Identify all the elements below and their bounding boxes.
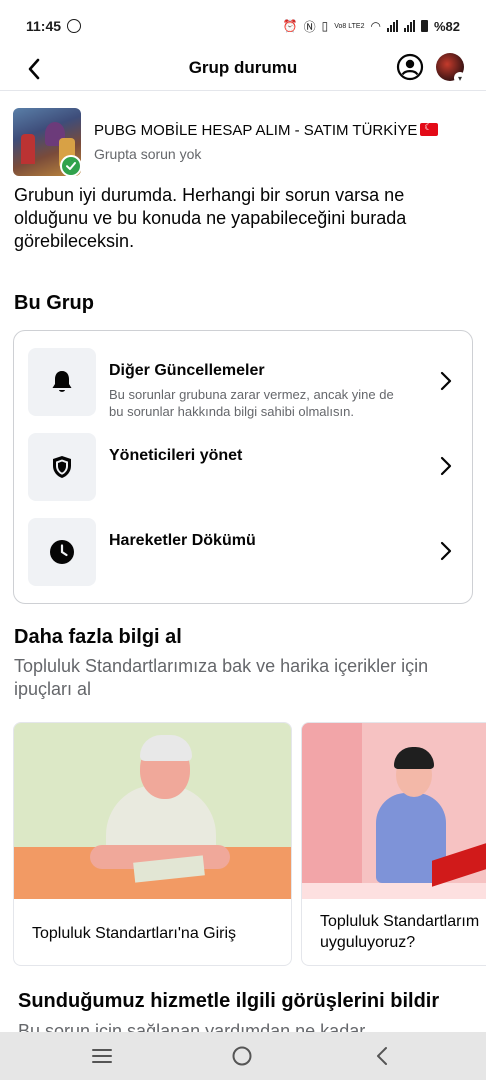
profile-button[interactable] [396, 53, 424, 81]
status-time: 11:45 [26, 18, 62, 34]
home-button[interactable] [222, 1042, 262, 1070]
whatsapp-icon [67, 19, 82, 33]
recent-apps-button[interactable] [82, 1042, 122, 1070]
article-label-line2: uyguluyoruz? [320, 934, 416, 951]
group-name-text: PUBG MOBİLE HESAP ALIM - SATIM TÜRKİYE [94, 122, 418, 139]
intro-text: Grubun iyi durumda. Herhangi bir sorun v… [14, 185, 407, 251]
group-name: PUBG MOBİLE HESAP ALIM - SATIM TÜRKİYE [94, 122, 439, 139]
vibrate-icon: ▯ [321, 19, 329, 33]
system-nav-bar [0, 1032, 486, 1080]
chevron-right-icon [436, 453, 456, 479]
group-settings-card: Diğer Güncellemeler Bu sorunlar grubuna … [13, 330, 473, 604]
article-image [14, 723, 291, 899]
status-right: ⏰ Ⓝ ▯ Vo8 LTE2 ◠ %82 [283, 18, 460, 35]
nfc-icon: Ⓝ [303, 19, 316, 34]
system-back-button[interactable] [362, 1042, 402, 1070]
group-status: Grupta sorun yok [94, 146, 202, 162]
signal-icon-2 [403, 20, 415, 32]
row-other-updates[interactable]: Diğer Güncellemeler Bu sorunlar grubuna … [14, 348, 472, 419]
chevron-down-icon: ▾ [454, 72, 466, 84]
header: Grup durumu ▾ [0, 52, 486, 90]
section-title-more-info: Daha fazla bilgi al [14, 626, 182, 648]
status-bar: 11:45 ⏰ Ⓝ ▯ Vo8 LTE2 ◠ %82 [0, 0, 486, 52]
back-arrow-icon [377, 1047, 387, 1065]
row-description: Bu sorunlar grubuna zarar vermez, ancak … [109, 387, 394, 419]
article-label: Topluluk Standartlarım uyguluyoruz? [320, 911, 479, 953]
chevron-right-icon [436, 368, 456, 394]
network-label: Vo8 LTE2 [334, 22, 365, 30]
shield-icon [28, 433, 96, 501]
more-info-subtitle: Topluluk Standartlarımıza bak ve harika … [14, 656, 429, 699]
header-divider [0, 90, 486, 91]
row-title: Diğer Güncellemeler [109, 362, 265, 379]
home-circle-icon [232, 1046, 252, 1066]
wifi-icon: ◠ [370, 19, 381, 33]
signal-icon [386, 20, 398, 32]
user-circle-icon [396, 53, 424, 81]
menu-icon [92, 1049, 112, 1063]
row-title: Yöneticileri yönet [109, 447, 243, 464]
status-left: 11:45 [26, 18, 82, 34]
article-card-intro[interactable]: Topluluk Standartları'na Giriş [13, 722, 292, 966]
row-manage-admins[interactable]: Yöneticileri yönet [14, 433, 472, 503]
check-icon [60, 155, 82, 177]
chevron-right-icon [436, 538, 456, 564]
alarm-icon: ⏰ [282, 19, 298, 33]
clock-icon [28, 518, 96, 586]
article-label: Topluluk Standartları'na Giriş [32, 925, 237, 942]
article-label-line1: Topluluk Standartlarım [320, 913, 480, 930]
bell-icon [28, 348, 96, 416]
article-image [302, 723, 486, 899]
article-card-enforcement[interactable]: Topluluk Standartlarım uyguluyoruz? [301, 722, 486, 966]
battery-icon [420, 20, 428, 32]
turkey-flag-icon [420, 122, 439, 136]
feedback-title: Sunduğumuz hizmetle ilgili görüşlerini b… [18, 990, 440, 1012]
row-activity-log[interactable]: Hareketler Dökümü [14, 518, 472, 588]
row-title: Hareketler Dökümü [109, 532, 256, 549]
section-title-this-group: Bu Grup [14, 292, 94, 314]
battery-level: %82 [433, 18, 460, 34]
